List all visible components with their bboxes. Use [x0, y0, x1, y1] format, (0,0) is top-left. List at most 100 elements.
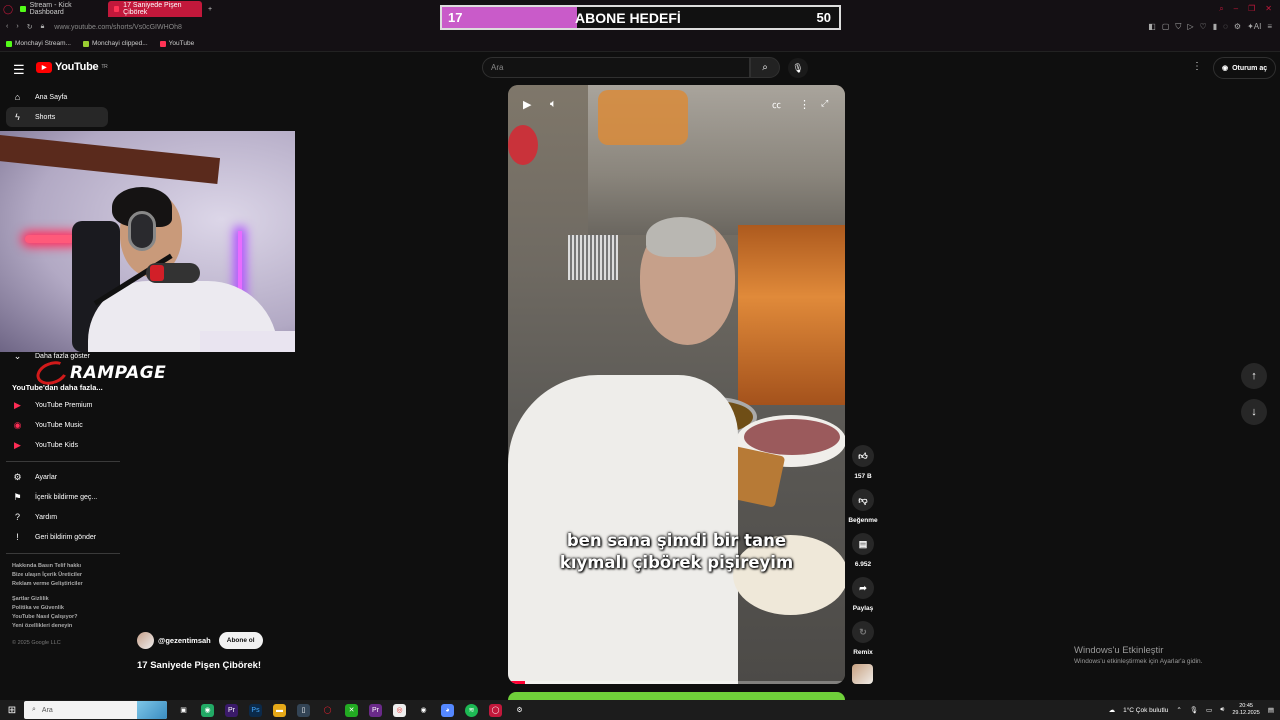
footer-link[interactable]: Bize ulaşın — [12, 572, 41, 578]
clock[interactable]: 20:45 29.12.2025 — [1232, 703, 1260, 717]
share-button[interactable]: ➦ Paylaş — [846, 577, 880, 612]
back-icon[interactable]: ‹ — [6, 23, 8, 31]
windows-start-icon[interactable]: ⊞ — [0, 705, 24, 716]
menu-icon[interactable]: ≡ — [1267, 22, 1272, 32]
footer-link[interactable]: Geliştiriciler — [51, 581, 83, 587]
notepad-icon[interactable]: ▯ — [297, 703, 310, 717]
opera-icon[interactable]: ◯ — [321, 704, 334, 717]
new-tab-button[interactable]: + — [202, 1, 218, 17]
hamburger-menu-icon[interactable]: ☰ — [13, 62, 25, 78]
video-more-icon[interactable]: ⋮ — [799, 98, 810, 111]
footer-link[interactable]: Hakkında — [12, 563, 36, 569]
reload-icon[interactable]: ↻ — [27, 23, 33, 31]
opera-gx-icon[interactable]: ◯ — [489, 703, 502, 717]
search-input[interactable]: Ara — [482, 57, 750, 78]
ai-icon[interactable]: ✦AI — [1247, 22, 1261, 32]
notification-icon[interactable]: ▤ — [1268, 706, 1274, 714]
sidebar-item-report-history[interactable]: ⚑ İçerik bildirme geç... — [6, 487, 108, 507]
captions-icon[interactable]: ㏄ — [772, 98, 781, 111]
sidebar-item-feedback[interactable]: ! Geri bildirim gönder — [6, 527, 108, 547]
weather-text[interactable]: 1°C Çok bulutlu — [1123, 707, 1168, 714]
volume-icon[interactable]: 🔈︎ — [550, 98, 557, 111]
bookmark-item[interactable]: YouTube — [159, 40, 194, 47]
footer-links-primary: Hakkında Basın Telif hakkı Bize ulaşın İ… — [12, 562, 112, 589]
sidebar-item-premium[interactable]: ▶ YouTube Premium — [6, 395, 108, 415]
next-short-button[interactable]: ↓ — [1241, 399, 1267, 425]
tab-youtube-short[interactable]: 17 Saniyede Pişen Çibörek — [108, 1, 202, 17]
premiere-icon[interactable]: Pr — [225, 703, 238, 717]
wallet-icon[interactable]: ▮ — [1213, 22, 1217, 32]
dislike-button[interactable]: 👎︎ Beğenme — [846, 489, 880, 524]
bookmark-item[interactable]: Monchayi Stream... — [6, 40, 71, 47]
remix-button[interactable]: ↻ Remix — [846, 621, 880, 656]
spotify-icon[interactable]: ≋ — [465, 703, 478, 717]
sound-thumbnail[interactable] — [852, 664, 873, 684]
sidebar-item-help[interactable]: ? Yardım — [6, 507, 108, 527]
fullscreen-icon[interactable]: ⤢ — [821, 98, 828, 109]
goal-target: 50 — [816, 10, 831, 25]
footer-link[interactable]: Gizlilik — [31, 596, 49, 602]
player-icon[interactable]: ▷ — [1187, 22, 1193, 32]
shorts-video-player[interactable]: ▶ 🔈︎ ㏄ ⋮ ⤢ ben sana şimdi bir tane kıyma… — [508, 85, 845, 684]
windows-taskbar: ⊞ ⌕ Ara ▣ ◉ Pr Ps ▬ ▯ ◯ ✕ Pr ◎ ◉ ◕ ≋ ◯ ⚙… — [0, 700, 1280, 720]
task-view-icon[interactable]: ▣ — [177, 704, 190, 717]
sidebar-item-shorts[interactable]: ϟ Shorts — [6, 107, 108, 127]
minimize-icon[interactable]: – — [1234, 4, 1238, 14]
volume-icon[interactable]: 🔊︎ — [1220, 706, 1224, 714]
sidebar-item-kids[interactable]: ▶ YouTube Kids — [6, 435, 108, 455]
video-progress-bar[interactable] — [508, 681, 845, 684]
footer-link[interactable]: YouTube Nasıl Çalışıyor? — [12, 614, 78, 620]
file-explorer-icon[interactable]: ▬ — [273, 703, 286, 717]
microphone-icon[interactable]: 🎙︎ — [1190, 706, 1198, 714]
excel-icon[interactable]: ✕ — [345, 703, 358, 717]
discord-icon[interactable]: ◕ — [441, 703, 454, 717]
photoshop-icon[interactable]: Ps — [249, 703, 262, 717]
app-icon[interactable]: ◉ — [201, 703, 214, 717]
tab-kick-dashboard[interactable]: Stream - Kick Dashboard — [14, 1, 108, 17]
footer-link[interactable]: İçerik Üreticiler — [42, 572, 82, 578]
forward-icon[interactable]: › — [16, 23, 18, 31]
extension-icon[interactable]: ▢ — [1162, 22, 1170, 32]
close-icon[interactable]: ✕ — [1265, 4, 1272, 14]
taskbar-search[interactable]: ⌕ Ara — [24, 701, 167, 719]
shield-icon[interactable]: ⛉ — [1175, 22, 1181, 32]
extension-icon[interactable]: ◧ — [1148, 22, 1156, 32]
like-button[interactable]: 👍︎ 157 B — [846, 445, 880, 480]
settings-icon[interactable]: ⚙ — [513, 704, 526, 717]
footer-link[interactable]: Yeni özellikleri deneyin — [12, 623, 72, 629]
url-field[interactable]: www.youtube.com/shorts/Vs0cGIWHOh8 — [54, 24, 182, 31]
sidebar-divider — [6, 553, 120, 554]
previous-short-button[interactable]: ↑ — [1241, 363, 1267, 389]
sign-in-button[interactable]: ◉ Oturum aç — [1213, 57, 1277, 79]
footer-link[interactable]: Politika ve Güvenlik — [12, 605, 64, 611]
heart-icon[interactable]: ♡ — [1200, 22, 1207, 32]
bookmark-item[interactable]: Monchayi clipped... — [83, 40, 148, 47]
footer-link[interactable]: Şartlar — [12, 596, 29, 602]
footer-link[interactable]: Basın — [38, 563, 53, 569]
channel-name[interactable]: @gezentimsah — [158, 636, 211, 645]
obs-icon[interactable]: ◉ — [417, 704, 430, 717]
subscribe-button[interactable]: Abone ol — [218, 632, 263, 649]
play-icon[interactable]: ▶ — [523, 98, 531, 111]
chrome-icon[interactable]: ◎ — [393, 703, 406, 717]
network-icon[interactable]: ▭ — [1206, 706, 1212, 714]
voice-search-button[interactable]: 🎙︎ — [788, 58, 808, 78]
tray-chevron-icon[interactable]: ⌃ — [1176, 706, 1181, 714]
channel-avatar[interactable] — [137, 632, 154, 649]
opera-menu-icon[interactable]: ◯ — [0, 1, 14, 17]
search-button[interactable]: ⌕ — [750, 57, 780, 78]
sidebar-item-settings[interactable]: ⚙ Ayarlar — [6, 467, 108, 487]
chat-icon[interactable]: ◌ — [1223, 22, 1228, 32]
sidebar-item-music[interactable]: ◉ YouTube Music — [6, 415, 108, 435]
window-controls: ⌕ – ❐ ✕ — [1219, 4, 1272, 14]
comments-button[interactable]: ▤ 6.952 — [846, 533, 880, 568]
sidebar-item-home[interactable]: ⌂ Ana Sayfa — [6, 87, 108, 107]
footer-link[interactable]: Telif hakkı — [55, 563, 82, 569]
search-tabs-icon[interactable]: ⌕ — [1219, 4, 1223, 14]
settings-icon[interactable]: ⚙ — [1234, 22, 1241, 32]
premiere-icon[interactable]: Pr — [369, 703, 382, 717]
more-options-icon[interactable]: ⋮ — [1192, 61, 1202, 72]
maximize-icon[interactable]: ❐ — [1248, 4, 1255, 14]
youtube-logo[interactable]: ▶ YouTube TR — [36, 61, 108, 73]
footer-link[interactable]: Reklam verme — [12, 581, 49, 587]
